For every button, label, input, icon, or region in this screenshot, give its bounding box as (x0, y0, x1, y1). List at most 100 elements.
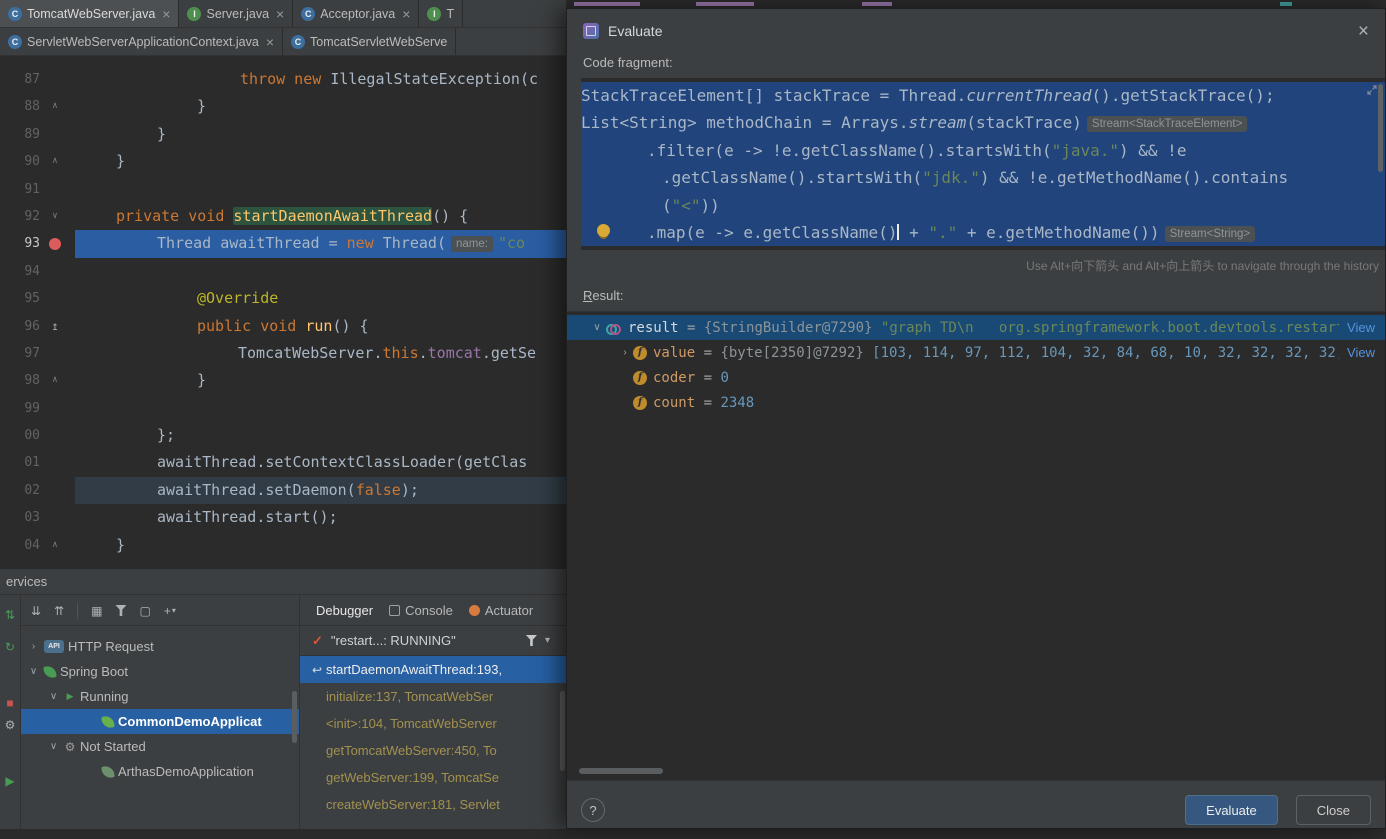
tab-close-icon[interactable]: × (402, 7, 410, 21)
settings-icon[interactable]: ⚙ (0, 718, 20, 732)
editor-tab[interactable]: CTomcatWebServer.java× (0, 0, 179, 27)
dialog-close-icon[interactable]: × (1358, 22, 1369, 41)
help-button[interactable]: ? (581, 798, 605, 822)
code-line[interactable]: 93Thread awaitThread = new Thread(name:"… (0, 230, 566, 257)
tab-close-icon[interactable]: × (276, 7, 284, 21)
services-tree-item[interactable]: ArthasDemoApplication (21, 759, 299, 784)
code-line[interactable]: 96↥public void run() { (0, 313, 566, 340)
code-line[interactable]: 04∧} (0, 532, 566, 559)
code-line[interactable]: 02awaitThread.setDaemon(false); (0, 477, 566, 504)
tree-expander-icon[interactable]: ∨ (589, 322, 605, 333)
group-by-icon[interactable]: ▢ (139, 604, 150, 618)
code-line[interactable]: 03awaitThread.start(); (0, 504, 566, 531)
fold-marker-icon[interactable]: ∨ (40, 203, 70, 230)
editor-gutter[interactable]: 00 (0, 422, 75, 449)
stack-frame-row[interactable]: getWebServer:199, TomcatSe (300, 764, 566, 791)
code-editor[interactable]: 87throw new IllegalStateException(c88∧}8… (0, 58, 566, 568)
editor-tab[interactable]: IServer.java× (179, 0, 293, 27)
view-link[interactable]: View (1339, 345, 1385, 360)
editor-gutter[interactable]: 89 (0, 121, 75, 148)
stop-icon[interactable]: ■ (0, 696, 20, 710)
result-row[interactable]: ›fvalue = {byte[2350]@7292} [103, 114, 9… (567, 340, 1385, 365)
add-service-icon[interactable]: +▾ (164, 604, 176, 618)
services-tree-item[interactable]: ›APIHTTP Request (21, 634, 299, 659)
collapse-all-icon[interactable]: ⇈ (54, 604, 64, 618)
editor-tab[interactable]: CTomcatServletWebServe (283, 28, 456, 55)
evaluate-button[interactable]: Evaluate (1185, 795, 1278, 825)
stack-frame-row[interactable]: createWebServer:181, Servlet (300, 791, 566, 818)
editor-gutter[interactable]: 91 (0, 176, 75, 203)
frames-scrollbar[interactable] (560, 691, 565, 771)
editor-gutter[interactable]: 03 (0, 504, 75, 531)
services-tree-item[interactable]: ∨Spring Boot (21, 659, 299, 684)
fold-marker-icon[interactable]: ∧ (40, 93, 70, 120)
code-line[interactable]: 94 (0, 258, 566, 285)
editor-gutter[interactable]: 94 (0, 258, 75, 285)
result-row[interactable]: fcoder = 0 (567, 365, 1385, 390)
panel-tab-actuator[interactable]: Actuator (469, 603, 533, 618)
editor-gutter[interactable]: 02 (0, 477, 75, 504)
tree-scrollbar[interactable] (292, 691, 297, 743)
code-line[interactable]: 92∨private void startDaemonAwaitThread()… (0, 203, 566, 230)
tree-chevron-icon[interactable]: ∨ (47, 691, 60, 702)
editor-gutter[interactable]: 01 (0, 449, 75, 476)
rerun-icon[interactable]: ⇅ (0, 608, 20, 622)
code-fragment-scrollbar[interactable] (1378, 84, 1383, 172)
panel-tab-console[interactable]: Console (389, 603, 453, 618)
stack-frame-row[interactable]: initialize:137, TomcatWebSer (300, 683, 566, 710)
expand-all-icon[interactable]: ⇊ (31, 604, 41, 618)
panel-tab-debugger[interactable]: Debugger (316, 603, 373, 618)
editor-gutter[interactable]: 04∧ (0, 532, 75, 559)
editor-gutter[interactable]: 96↥ (0, 313, 75, 340)
tree-chevron-icon[interactable]: ∨ (47, 741, 60, 752)
tree-chevron-icon[interactable]: ∨ (27, 666, 40, 677)
tab-close-icon[interactable]: × (266, 35, 274, 49)
code-line[interactable]: 95@Override (0, 285, 566, 312)
stack-frame-row[interactable]: getTomcatWebServer:450, To (300, 737, 566, 764)
tab-close-icon[interactable]: × (162, 7, 170, 21)
stack-frame-row[interactable]: <init>:104, TomcatWebServer (300, 710, 566, 737)
code-fragment-line[interactable]: .map(e -> e.getClassName() + "." + e.get… (581, 219, 1385, 246)
code-line[interactable]: 01awaitThread.setContextClassLoader(getC… (0, 449, 566, 476)
fold-marker-icon[interactable]: ∧ (40, 148, 70, 175)
expand-editor-icon[interactable] (1366, 84, 1378, 96)
code-fragment-editor[interactable]: StackTraceElement[] stackTrace = Thread.… (581, 78, 1385, 250)
frames-filter-icon[interactable] (526, 635, 537, 646)
editor-tab[interactable]: IT (419, 0, 463, 27)
code-line[interactable]: 90∧} (0, 148, 566, 175)
editor-gutter[interactable]: 88∧ (0, 93, 75, 120)
restart-icon[interactable]: ↻ (0, 640, 20, 654)
view-link[interactable]: View (1339, 320, 1385, 335)
code-fragment-line[interactable]: StackTraceElement[] stackTrace = Thread.… (581, 82, 1385, 109)
close-button[interactable]: Close (1296, 795, 1371, 825)
code-line[interactable]: 88∧} (0, 93, 566, 120)
code-line[interactable]: 99 (0, 395, 566, 422)
intention-bulb-icon[interactable] (597, 224, 610, 237)
editor-tab[interactable]: CAcceptor.java× (293, 0, 419, 27)
thread-selector[interactable]: ✓ "restart...: RUNNING" ▾ (300, 626, 566, 656)
stack-frame-row[interactable]: ↩startDaemonAwaitThread:193, (300, 656, 566, 683)
result-row[interactable]: ∨result = {StringBuilder@7290} "graph TD… (567, 315, 1385, 340)
editor-gutter[interactable]: 87 (0, 66, 75, 93)
editor-gutter[interactable]: 98∧ (0, 367, 75, 394)
fold-marker-icon[interactable]: ∧ (40, 367, 70, 394)
code-fragment-line[interactable]: ("<")) (581, 192, 1385, 219)
editor-gutter[interactable]: 93 (0, 230, 75, 257)
editor-gutter[interactable]: 95 (0, 285, 75, 312)
filter-icon[interactable] (115, 605, 126, 616)
code-fragment-line[interactable]: List<String> methodChain = Arrays.stream… (581, 109, 1385, 136)
code-line[interactable]: 00}; (0, 422, 566, 449)
services-tree-item[interactable]: ∨▶Running (21, 684, 299, 709)
code-line[interactable]: 89} (0, 121, 566, 148)
tree-expander-icon[interactable]: › (617, 347, 633, 358)
editor-gutter[interactable]: 97 (0, 340, 75, 367)
code-fragment-line[interactable]: .getClassName().startsWith("jdk.") && !e… (581, 164, 1385, 191)
tree-chevron-icon[interactable]: › (27, 641, 40, 652)
fold-marker-icon[interactable]: ∧ (40, 532, 70, 559)
editor-gutter[interactable]: 92∨ (0, 203, 75, 230)
thread-dropdown-arrow-icon[interactable]: ▾ (545, 635, 550, 646)
code-fragment-line[interactable]: .filter(e -> !e.getClassName().startsWit… (581, 137, 1385, 164)
code-line[interactable]: 97TomcatWebServer.this.tomcat.getSe (0, 340, 566, 367)
services-tree-item[interactable]: CommonDemoApplicat (21, 709, 299, 734)
run-icon[interactable]: ▶ (0, 774, 20, 788)
